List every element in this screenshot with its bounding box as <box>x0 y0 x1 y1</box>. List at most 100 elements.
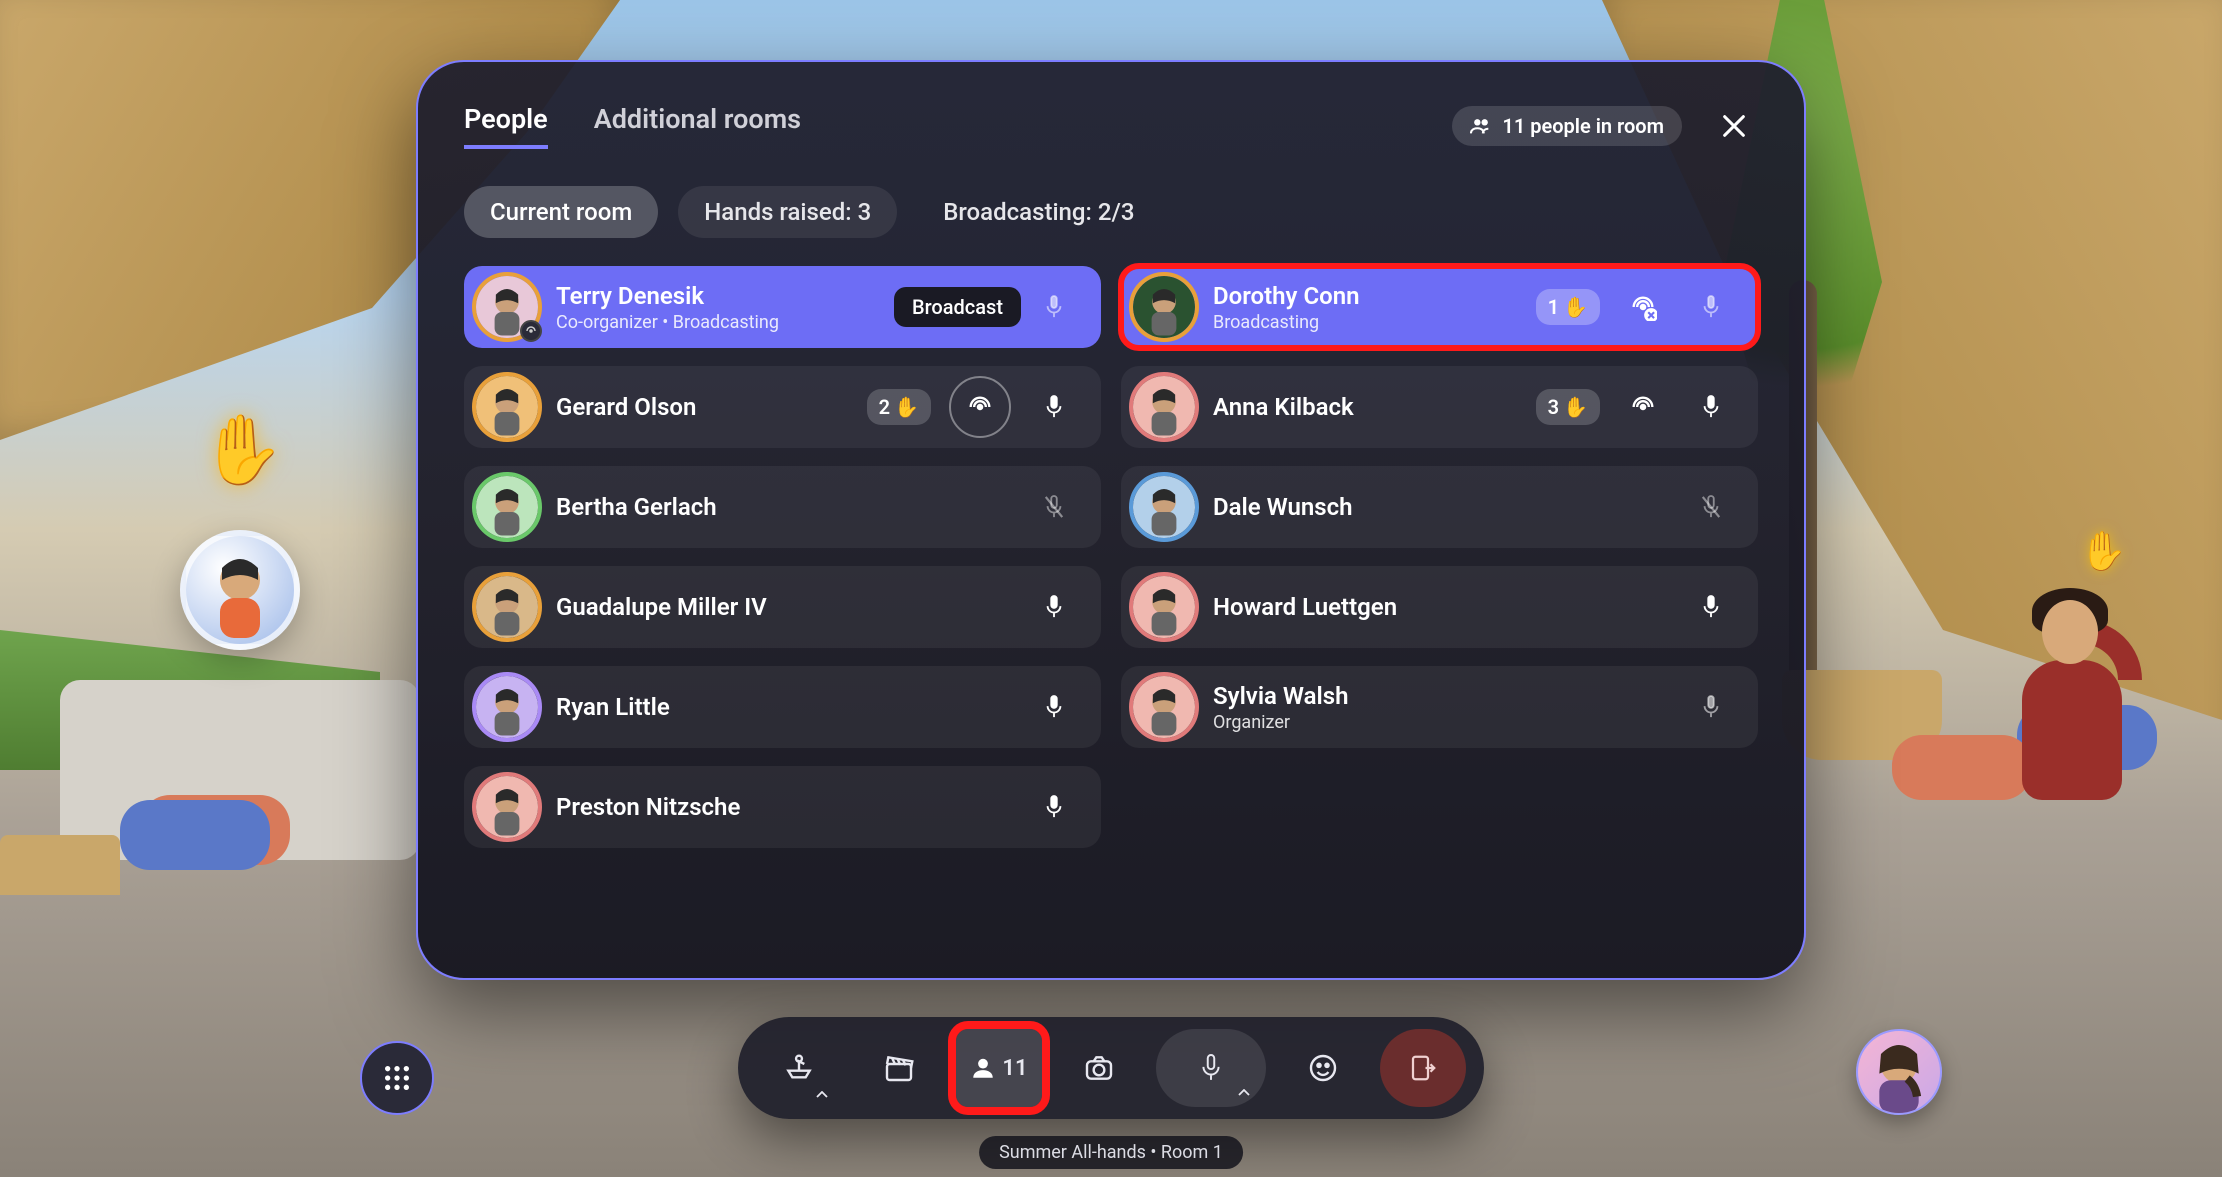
participant-row[interactable]: Howard Luettgen <box>1121 566 1758 648</box>
broadcast-icon <box>1629 293 1657 321</box>
reactions-button[interactable] <box>1280 1029 1366 1107</box>
chevron-up-icon <box>1238 1089 1250 1097</box>
row-actions <box>1029 582 1079 632</box>
emoji-icon <box>1307 1052 1339 1084</box>
mic-status[interactable] <box>1686 382 1736 432</box>
close-icon <box>1720 112 1748 140</box>
participant-name-block: Howard Luettgen <box>1213 593 1686 621</box>
participant-row[interactable]: Guadalupe Miller IV <box>464 566 1101 648</box>
avatar <box>1133 576 1195 638</box>
mic-status[interactable] <box>1029 782 1079 832</box>
row-actions <box>1686 582 1736 632</box>
bottom-toolbar: 11 <box>738 1017 1484 1119</box>
mic-icon <box>1198 1052 1224 1084</box>
participant-row[interactable]: Preston Nitzsche <box>464 766 1101 848</box>
raised-hand-icon: ✋ <box>200 410 285 490</box>
mic-icon <box>1700 393 1722 421</box>
filter-broadcasting[interactable]: Broadcasting: 2/3 <box>917 186 1160 238</box>
room-count-pill[interactable]: 11 people in room <box>1452 106 1682 146</box>
participant-name: Dale Wunsch <box>1213 493 1686 521</box>
participant-row[interactable]: Sylvia WalshOrganizer <box>1121 666 1758 748</box>
participant-row[interactable]: Terry DenesikCo-organizer • Broadcasting… <box>464 266 1101 348</box>
app-menu-button[interactable] <box>360 1041 434 1115</box>
world-avatar-waving[interactable] <box>1982 560 2142 840</box>
participant-name-block: Guadalupe Miller IV <box>556 593 1029 621</box>
participant-row[interactable]: Gerard Olson2✋ <box>464 366 1101 448</box>
clapper-button[interactable] <box>856 1029 942 1107</box>
mic-muted-icon <box>1043 493 1065 521</box>
mic-status[interactable] <box>1686 282 1736 332</box>
tab-additional-rooms[interactable]: Additional rooms <box>594 103 801 149</box>
mic-icon <box>1700 293 1722 321</box>
self-avatar-button[interactable] <box>1856 1029 1942 1115</box>
avatar <box>1133 676 1195 738</box>
row-actions <box>1686 682 1736 732</box>
row-actions <box>1686 482 1736 532</box>
avatar <box>1133 276 1195 338</box>
mic-status[interactable] <box>1029 282 1079 332</box>
participant-name-block: Bertha Gerlach <box>556 493 1029 521</box>
participant-name: Preston Nitzsche <box>556 793 1029 821</box>
mic-status[interactable] <box>1029 482 1079 532</box>
close-button[interactable] <box>1710 102 1758 150</box>
grid-icon <box>381 1062 413 1094</box>
avatar <box>476 676 538 738</box>
participant-name-block: Gerard Olson <box>556 393 867 421</box>
avatar <box>476 476 538 538</box>
participant-column-left: Terry DenesikCo-organizer • Broadcasting… <box>464 266 1101 938</box>
mic-button[interactable] <box>1156 1029 1266 1107</box>
mic-status[interactable] <box>1686 582 1736 632</box>
spaces-button[interactable] <box>756 1029 842 1107</box>
broadcast-icon <box>1629 393 1657 421</box>
participant-name: Anna Kilback <box>1213 393 1536 421</box>
filter-hands-raised[interactable]: Hands raised: 3 <box>678 186 897 238</box>
participant-row[interactable]: Anna Kilback3✋ <box>1121 366 1758 448</box>
participant-row[interactable]: Bertha Gerlach <box>464 466 1101 548</box>
world-avatar-bubble[interactable] <box>180 530 300 650</box>
avatar <box>1133 476 1195 538</box>
participant-name-block: Sylvia WalshOrganizer <box>1213 682 1686 733</box>
participant-name: Guadalupe Miller IV <box>556 593 1029 621</box>
mic-icon <box>1043 793 1065 821</box>
hand-raised-badge: 1✋ <box>1536 289 1600 325</box>
avatar <box>476 576 538 638</box>
mic-icon <box>1043 593 1065 621</box>
people-button[interactable]: 11 <box>956 1029 1042 1107</box>
participant-name-block: Ryan Little <box>556 693 1029 721</box>
people-count: 11 <box>1002 1056 1027 1081</box>
avatar <box>1133 376 1195 438</box>
row-actions <box>1029 682 1079 732</box>
broadcast-button[interactable] <box>949 376 1011 438</box>
raised-hand-icon: ✋ <box>2080 530 2127 574</box>
room-count-label: 11 people in room <box>1502 114 1664 138</box>
mic-status[interactable] <box>1029 382 1079 432</box>
row-actions <box>1029 282 1079 332</box>
participant-name: Bertha Gerlach <box>556 493 1029 521</box>
participant-name: Gerard Olson <box>556 393 867 421</box>
broadcast-button[interactable] <box>1618 382 1668 432</box>
camera-button[interactable] <box>1056 1029 1142 1107</box>
clapper-icon <box>883 1052 915 1084</box>
hand-raised-badge: 3✋ <box>1536 389 1600 425</box>
mic-status[interactable] <box>1686 482 1736 532</box>
tab-people[interactable]: People <box>464 103 548 149</box>
participant-name-block: Dorothy ConnBroadcasting <box>1213 282 1536 333</box>
mic-icon <box>1043 693 1065 721</box>
participant-row[interactable]: Dorothy ConnBroadcasting1✋ <box>1121 266 1758 348</box>
participant-name: Ryan Little <box>556 693 1029 721</box>
stop-broadcast-button[interactable] <box>1618 282 1668 332</box>
mic-status[interactable] <box>1029 682 1079 732</box>
mic-status[interactable] <box>1686 682 1736 732</box>
participant-name-block: Dale Wunsch <box>1213 493 1686 521</box>
participant-name: Sylvia Walsh <box>1213 682 1686 710</box>
broadcast-badge-icon <box>520 320 542 342</box>
people-icon <box>1470 115 1492 137</box>
participant-name-block: Anna Kilback <box>1213 393 1536 421</box>
participant-list: Terry DenesikCo-organizer • Broadcasting… <box>464 266 1758 938</box>
filter-current-room[interactable]: Current room <box>464 186 658 238</box>
row-actions: 2✋ <box>867 376 1079 438</box>
participant-row[interactable]: Ryan Little <box>464 666 1101 748</box>
leave-button[interactable] <box>1380 1029 1466 1107</box>
participant-row[interactable]: Dale Wunsch <box>1121 466 1758 548</box>
mic-status[interactable] <box>1029 582 1079 632</box>
